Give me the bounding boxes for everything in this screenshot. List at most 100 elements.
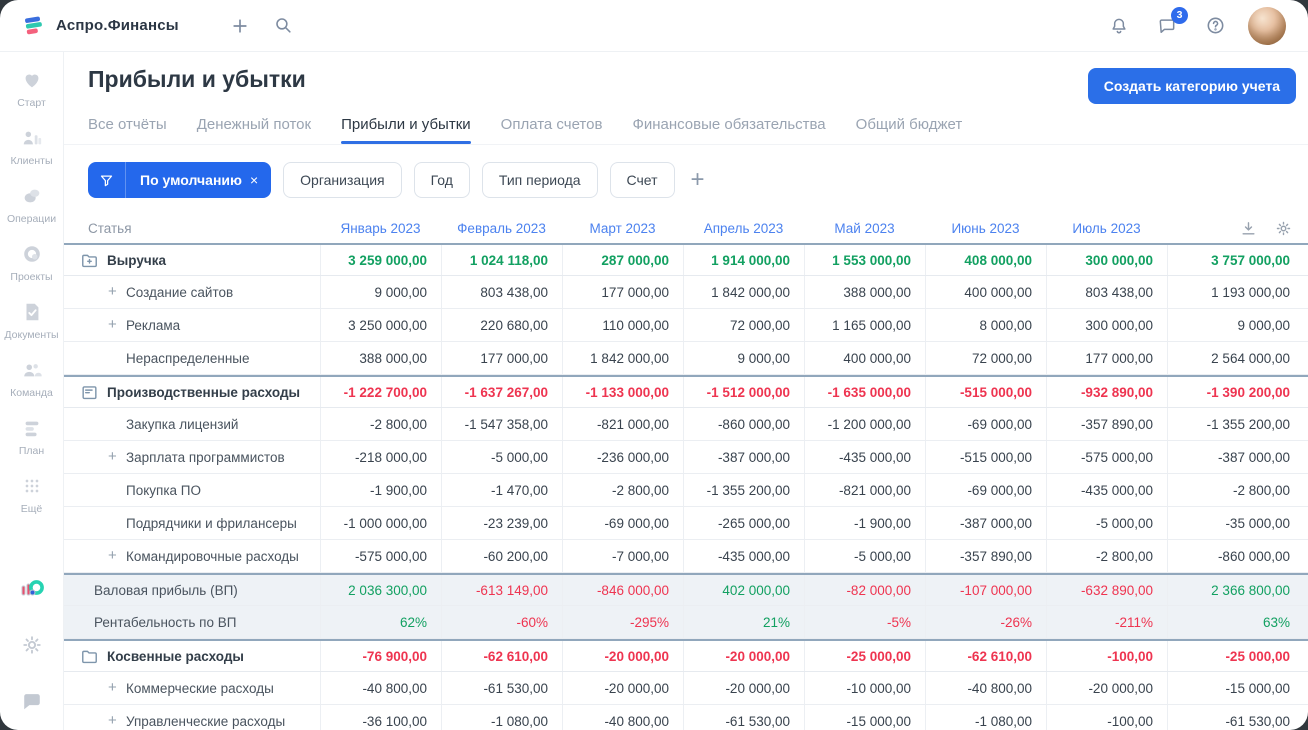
table-settings-gear-icon[interactable] bbox=[1275, 220, 1292, 237]
messages-chat-icon[interactable]: 3 bbox=[1152, 6, 1188, 41]
value-cell: 1 165 000,00 bbox=[804, 309, 925, 341]
topbar: Аспро.Финансы 3 bbox=[0, 0, 1308, 52]
sidebar-item-1[interactable]: Клиенты bbox=[0, 126, 63, 167]
value-cell: -1 355 200,00 bbox=[1167, 408, 1308, 440]
user-avatar[interactable] bbox=[1248, 6, 1286, 45]
expand-plus-icon[interactable]: + bbox=[108, 679, 117, 696]
add-filter-icon[interactable]: + bbox=[691, 168, 705, 192]
row-label-cell[interactable]: Косвенные расходы bbox=[64, 641, 320, 671]
value-cell: -1 900,00 bbox=[320, 474, 441, 506]
row-label-cell: Рентабельность по ВП bbox=[64, 606, 320, 638]
search-icon[interactable] bbox=[269, 11, 299, 41]
tab-1[interactable]: Денежный поток bbox=[197, 116, 311, 144]
value-cell: -1 080,00 bbox=[925, 705, 1046, 730]
sidebar-item-4[interactable]: Документы bbox=[0, 300, 63, 341]
value-cell: -932 890,00 bbox=[1046, 377, 1167, 407]
value-cell: -100,00 bbox=[1046, 705, 1167, 730]
clear-filter-icon[interactable]: × bbox=[250, 172, 271, 188]
value-cell: 300 000,00 bbox=[1046, 309, 1167, 341]
value-cell: -5 000,00 bbox=[804, 540, 925, 572]
create-category-button[interactable]: Создать категорию учета bbox=[1087, 68, 1296, 104]
value-cell: -82 000,00 bbox=[804, 575, 925, 605]
row-label-cell[interactable]: Подрядчики и фрилансеры bbox=[64, 507, 320, 539]
expand-plus-icon[interactable]: + bbox=[108, 448, 117, 465]
value-cell: 3 757 000,00 bbox=[1167, 245, 1308, 275]
tab-4[interactable]: Финансовые обязательства bbox=[632, 116, 825, 144]
row-label-cell[interactable]: Выручка bbox=[64, 245, 320, 275]
sidebar-item-label: Ещё bbox=[20, 503, 43, 515]
aspro-app-logo-icon[interactable] bbox=[17, 574, 47, 604]
expand-plus-icon[interactable]: + bbox=[108, 316, 117, 333]
value-cell: -1 635 000,00 bbox=[804, 377, 925, 407]
column-header-month-1[interactable]: Февраль 2023 bbox=[441, 221, 562, 236]
column-header-month-4[interactable]: Май 2023 bbox=[804, 221, 925, 236]
column-header-month-0[interactable]: Январь 2023 bbox=[320, 221, 441, 236]
sidebar-item-6[interactable]: План bbox=[0, 416, 63, 457]
sidebar-item-3[interactable]: Проекты bbox=[0, 242, 63, 283]
sidebar-item-label: Документы bbox=[4, 329, 59, 341]
filter-chip-1[interactable]: Год bbox=[413, 162, 470, 198]
table-row-12: Косвенные расходы -76 900,00 -62 610,00 -20… bbox=[64, 639, 1308, 672]
value-cell: 1 914 000,00 bbox=[683, 245, 804, 275]
expand-plus-icon[interactable]: + bbox=[108, 283, 117, 300]
filter-chip-2[interactable]: Тип периода bbox=[481, 162, 598, 198]
row-label-cell[interactable]: + Создание сайтов bbox=[64, 276, 320, 308]
value-cell: -20 000,00 bbox=[683, 672, 804, 704]
row-label-cell[interactable]: + Командировочные расходы bbox=[64, 540, 320, 572]
settings-gear-icon[interactable] bbox=[17, 630, 47, 660]
row-label-cell[interactable]: Покупка ПО bbox=[64, 474, 320, 506]
tab-0[interactable]: Все отчёты bbox=[88, 116, 167, 144]
table-row-2: + Реклама 3 250 000,00 220 680,00 110 000,00… bbox=[64, 309, 1308, 342]
notifications-bell-icon[interactable] bbox=[1104, 11, 1134, 41]
filter-chip-0[interactable]: Организация bbox=[283, 162, 402, 198]
value-cell: 2 564 000,00 bbox=[1167, 342, 1308, 374]
filter-chip-3[interactable]: Счет bbox=[609, 162, 675, 198]
download-icon[interactable] bbox=[1240, 220, 1257, 237]
column-header-month-5[interactable]: Июнь 2023 bbox=[925, 221, 1046, 236]
sidebar-item-7[interactable]: Ещё bbox=[0, 474, 63, 515]
tab-3[interactable]: Оплата счетов bbox=[501, 116, 603, 144]
column-header-month-2[interactable]: Март 2023 bbox=[562, 221, 683, 236]
operations-icon bbox=[21, 184, 43, 208]
help-icon[interactable] bbox=[1200, 11, 1230, 41]
value-cell: -860 000,00 bbox=[1167, 540, 1308, 572]
value-cell: -435 000,00 bbox=[804, 441, 925, 473]
sidebar: Старт Клиенты Операции Проекты Документы Кома… bbox=[0, 52, 64, 730]
row-label-cell[interactable]: + Управленческие расходы bbox=[64, 705, 320, 730]
row-label-cell[interactable]: + Коммерческие расходы bbox=[64, 672, 320, 704]
tab-2[interactable]: Прибыли и убытки bbox=[341, 116, 471, 144]
row-label-cell[interactable]: + Реклама bbox=[64, 309, 320, 341]
table-row-14: + Управленческие расходы -36 100,00 -1 080,… bbox=[64, 705, 1308, 730]
create-plus-icon[interactable] bbox=[225, 11, 255, 41]
row-label: Создание сайтов bbox=[126, 284, 234, 300]
table-row-4: Производственные расходы -1 222 700,00 -1 … bbox=[64, 375, 1308, 408]
value-cell: -5% bbox=[804, 606, 925, 638]
clients-icon bbox=[21, 126, 43, 150]
row-label-cell[interactable]: Закупка лицензий bbox=[64, 408, 320, 440]
row-label-cell[interactable]: Нераспределенные bbox=[64, 342, 320, 374]
value-cell: 1 842 000,00 bbox=[562, 342, 683, 374]
value-cell: -26% bbox=[925, 606, 1046, 638]
sidebar-item-0[interactable]: Старт bbox=[0, 68, 63, 109]
value-cell: -575 000,00 bbox=[1046, 441, 1167, 473]
chat-bubble-icon[interactable] bbox=[17, 686, 47, 716]
value-cell: -2 800,00 bbox=[320, 408, 441, 440]
column-header-month-3[interactable]: Апрель 2023 bbox=[683, 221, 804, 236]
row-label-cell[interactable]: + Зарплата программистов bbox=[64, 441, 320, 473]
tab-5[interactable]: Общий бюджет bbox=[856, 116, 963, 144]
expand-plus-icon[interactable]: + bbox=[108, 547, 117, 564]
row-label-cell[interactable]: Производственные расходы bbox=[64, 377, 320, 407]
column-header-month-6[interactable]: Июль 2023 bbox=[1046, 221, 1167, 236]
brand-flag-icon bbox=[20, 13, 46, 39]
value-cell: -295% bbox=[562, 606, 683, 638]
value-cell: 3 250 000,00 bbox=[320, 309, 441, 341]
value-cell: -61 530,00 bbox=[1167, 705, 1308, 730]
default-filter-chip[interactable]: По умолчанию × bbox=[88, 162, 272, 198]
value-cell: 62% bbox=[320, 606, 441, 638]
sidebar-item-2[interactable]: Операции bbox=[0, 184, 63, 225]
table-row-1: + Создание сайтов 9 000,00 803 438,00 177 00… bbox=[64, 276, 1308, 309]
row-label: Валовая прибыль (ВП) bbox=[94, 582, 238, 598]
expand-plus-icon[interactable]: + bbox=[108, 712, 117, 729]
sidebar-item-label: План bbox=[18, 445, 45, 457]
sidebar-item-5[interactable]: Команда bbox=[0, 358, 63, 399]
